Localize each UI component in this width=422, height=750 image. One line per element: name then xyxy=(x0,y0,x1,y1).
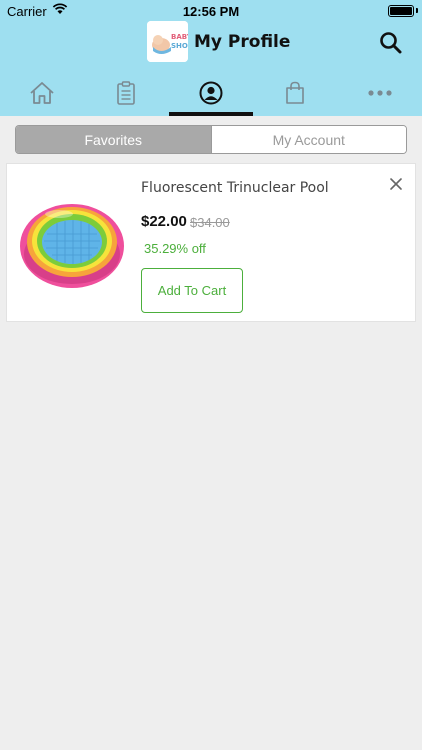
product-name[interactable]: Fluorescent Trinuclear Pool xyxy=(141,180,329,196)
more-icon xyxy=(368,90,392,96)
remove-favorite-button[interactable] xyxy=(388,176,404,192)
search-button[interactable] xyxy=(378,30,404,56)
svg-text:SHOP: SHOP xyxy=(171,42,188,50)
favorite-product-card[interactable]: Fluorescent Trinuclear Pool $22.00 $34.0… xyxy=(6,163,416,322)
status-bar: Carrier 12:56 PM xyxy=(0,0,422,22)
title-row: BABY SHOP My Profile xyxy=(0,20,422,64)
page-title: My Profile xyxy=(194,32,291,52)
home-icon xyxy=(30,82,54,104)
baby-logo-icon: BABY SHOP xyxy=(147,21,188,62)
product-image xyxy=(20,204,124,288)
tab-home[interactable] xyxy=(0,70,84,116)
active-tab-indicator xyxy=(169,112,253,116)
segment-my-account[interactable]: My Account xyxy=(210,126,406,153)
add-to-cart-button[interactable]: Add To Cart xyxy=(141,268,243,313)
tab-bar xyxy=(0,70,422,116)
clipboard-icon xyxy=(117,81,135,105)
profile-segmented-control: Favorites My Account xyxy=(15,125,407,154)
segment-favorites[interactable]: Favorites xyxy=(16,126,211,153)
app-logo: BABY SHOP xyxy=(147,21,188,62)
search-icon xyxy=(380,32,402,54)
shopping-bag-icon xyxy=(286,81,304,104)
close-icon xyxy=(390,178,402,190)
product-original-price: $34.00 xyxy=(190,215,230,230)
tab-profile[interactable] xyxy=(169,70,253,116)
svg-text:BABY: BABY xyxy=(171,33,188,41)
tab-orders[interactable] xyxy=(84,70,168,116)
product-price: $22.00 xyxy=(141,213,187,230)
app-header: Carrier 12:56 PM BABY SHOP My Profile xyxy=(0,0,422,116)
product-discount: 35.29% off xyxy=(144,241,206,256)
tab-more[interactable] xyxy=(338,70,422,116)
battery-icon xyxy=(388,5,414,17)
status-time: 12:56 PM xyxy=(182,4,240,19)
user-icon xyxy=(199,81,223,105)
tab-cart[interactable] xyxy=(253,70,337,116)
